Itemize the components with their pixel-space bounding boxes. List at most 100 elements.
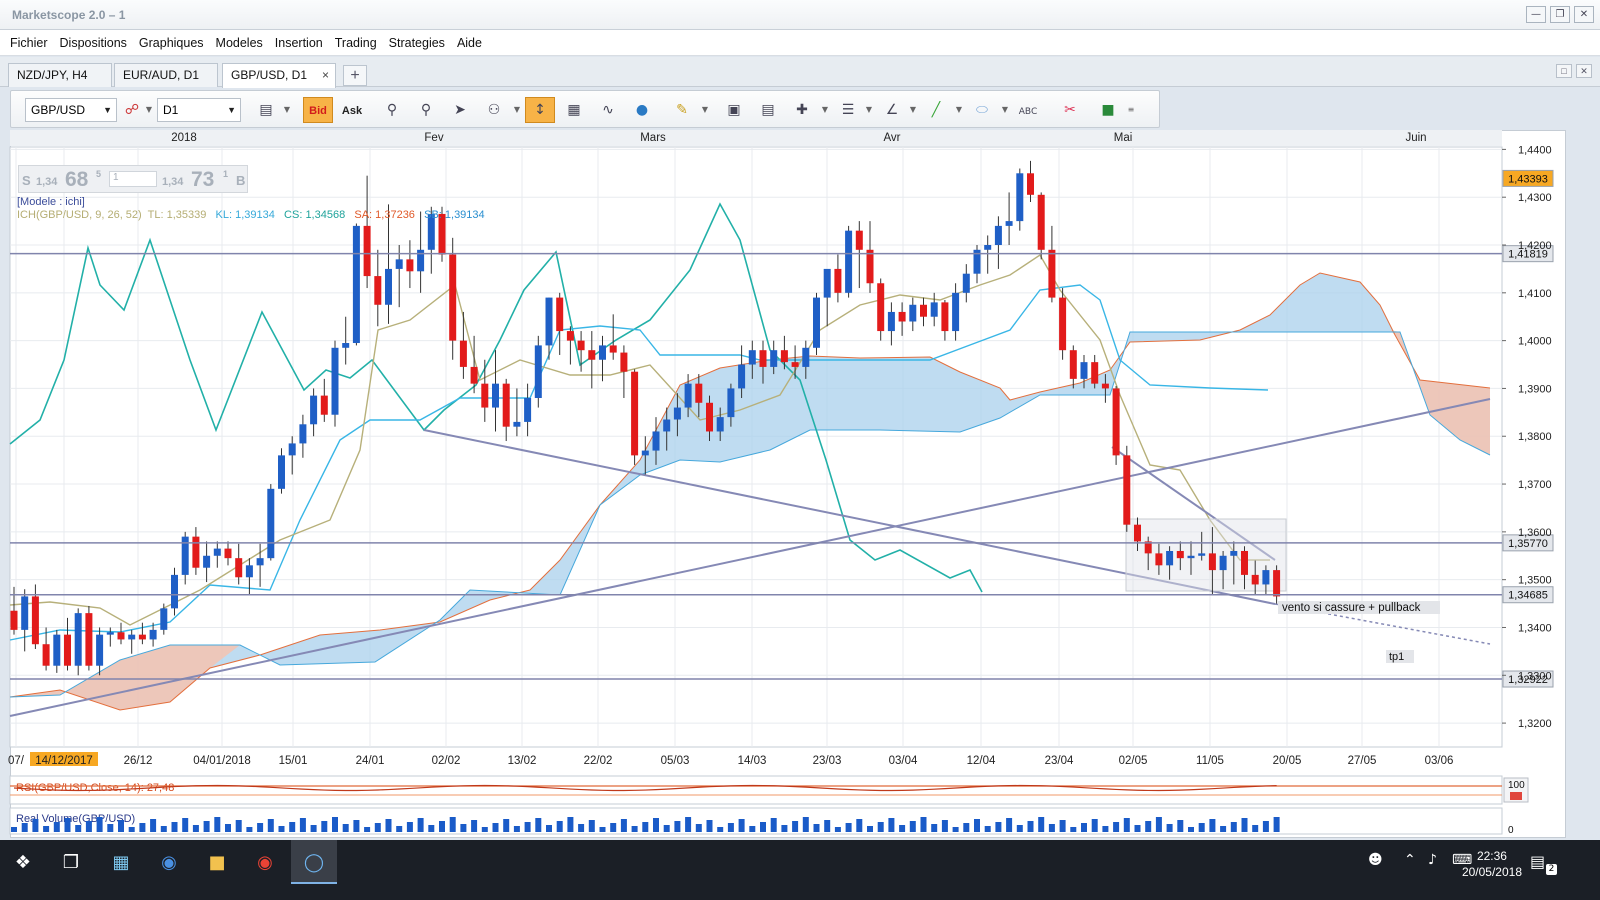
- volume-bar: [1048, 824, 1055, 832]
- price-chart[interactable]: 2018 Fev Mars Avr Mai Juin vento si cassure +…: [0, 0, 1600, 840]
- candle-body: [1262, 570, 1270, 585]
- x-tick-label: 07/: [8, 755, 25, 767]
- volume-bar: [588, 820, 595, 832]
- ichimoku-legend: ICH(GBP/USD, 9, 26, 52) TL: 1,35339 KL: …: [17, 209, 485, 221]
- marketscope-icon: ◯: [303, 852, 325, 873]
- candle-body: [663, 419, 671, 432]
- volume-bar: [792, 821, 799, 832]
- volume-bar: [995, 822, 1002, 832]
- buy-price-big[interactable]: 73: [191, 168, 214, 192]
- candle-body: [256, 558, 264, 566]
- price-axis: 1,4400 1,4300 1,4200 1,4100 1,4000 1,3900 1,38…: [1502, 144, 1552, 730]
- candle-body: [31, 596, 39, 645]
- volume-bar: [364, 827, 371, 832]
- volume-bar: [171, 822, 178, 832]
- ich-label: ICH(GBP/USD, 9, 26, 52): [17, 209, 142, 221]
- candle-body: [385, 268, 392, 305]
- volume-bar: [321, 821, 328, 832]
- volume-bar: [128, 827, 135, 832]
- windows-start-icon[interactable]: ❖: [10, 850, 36, 876]
- people-icon[interactable]: ☻: [1368, 852, 1383, 868]
- candle-body: [791, 362, 799, 367]
- x-tick-label: 13/02: [508, 755, 537, 767]
- y-tick-label: 1,4000: [1518, 336, 1552, 348]
- candle-body: [727, 388, 735, 418]
- candle-body: [481, 383, 489, 408]
- volume-bar: [43, 826, 50, 832]
- candle-body: [278, 455, 285, 489]
- volume-bar: [1166, 824, 1173, 832]
- x-tick-label: 02/05: [1119, 755, 1148, 767]
- volume-bar: [599, 827, 606, 832]
- sell-price-big[interactable]: 68: [65, 168, 88, 192]
- file-explorer-icon[interactable]: ■: [204, 850, 230, 876]
- candle-body: [363, 225, 371, 277]
- x-tick-label: 14/03: [738, 755, 767, 767]
- volume-bar: [246, 827, 253, 832]
- candle-body: [128, 634, 136, 640]
- candle-body: [930, 302, 938, 317]
- candle-body: [85, 613, 93, 666]
- volume-icon[interactable]: ♪: [1428, 852, 1437, 868]
- candle-body: [1101, 383, 1109, 389]
- volume-bar: [909, 821, 916, 832]
- candle-body: [406, 259, 414, 272]
- candle-body: [1091, 362, 1099, 384]
- candle-body: [1176, 550, 1184, 559]
- volume-bar: [481, 827, 488, 832]
- chrome-icon[interactable]: ◉: [252, 850, 278, 876]
- candle-body: [1069, 350, 1077, 379]
- task-view-icon[interactable]: ❐: [58, 850, 84, 876]
- volume-bar: [738, 819, 745, 832]
- volume-bar: [289, 822, 296, 832]
- candle-body: [887, 311, 895, 332]
- candle-body: [1230, 550, 1238, 556]
- volume-bar: [513, 826, 520, 832]
- candle-body: [599, 345, 606, 360]
- app-icon[interactable]: ◉: [156, 850, 182, 876]
- volume-bar: [1188, 827, 1194, 832]
- store-app-icon[interactable]: ▦: [108, 850, 134, 876]
- volume-bar: [139, 823, 146, 832]
- volume-bar: [663, 825, 670, 832]
- volume-bar: [192, 825, 199, 832]
- candle-body: [1208, 553, 1216, 571]
- candle-body: [941, 302, 949, 332]
- quantity-field[interactable]: 1: [109, 171, 157, 187]
- volume-bar: [717, 827, 724, 832]
- volume-bar: [631, 826, 638, 832]
- chevron-up-icon[interactable]: ⌃: [1404, 852, 1416, 868]
- candle-body: [738, 364, 746, 389]
- x-tick-label: 11/05: [1196, 755, 1224, 767]
- quote-box: S 1,34 68 5 1 1,34 73 1 B: [18, 165, 248, 193]
- volume-bar: [299, 818, 306, 832]
- taskbar-clock[interactable]: 22:36 20/05/2018: [1462, 848, 1522, 880]
- candle-body: [203, 555, 211, 568]
- candle-body: [1155, 553, 1163, 566]
- volume-bar: [899, 825, 906, 832]
- volume-bar: [1081, 823, 1087, 832]
- month-label: 2018: [171, 132, 197, 144]
- volume-bar: [471, 820, 478, 832]
- candle-body: [780, 350, 788, 363]
- volume-bar: [856, 819, 863, 832]
- candle-body: [21, 596, 29, 630]
- volume-bar: [225, 824, 231, 832]
- y-tick-label: 1,3200: [1518, 718, 1552, 730]
- volume-bar: [396, 826, 403, 832]
- y-tick-label: 1,3800: [1518, 431, 1552, 443]
- candle-body: [534, 345, 542, 398]
- volume-bar: [1177, 820, 1184, 832]
- x-tick-label: 23/04: [1045, 755, 1074, 767]
- volume-bar: [781, 825, 788, 832]
- candle-body: [299, 424, 307, 444]
- volume-bar: [653, 818, 659, 832]
- rsi-scale-top: 100: [1508, 780, 1525, 791]
- notifications-icon[interactable]: ▤: [1530, 852, 1545, 871]
- y-tick-label: 1,4100: [1518, 288, 1552, 300]
- candle-body: [96, 634, 104, 666]
- x-tick-label: 15/01: [279, 755, 308, 767]
- volume-bar: [674, 821, 681, 832]
- x-tick-label: 27/05: [1348, 755, 1377, 767]
- candle-body: [224, 548, 232, 559]
